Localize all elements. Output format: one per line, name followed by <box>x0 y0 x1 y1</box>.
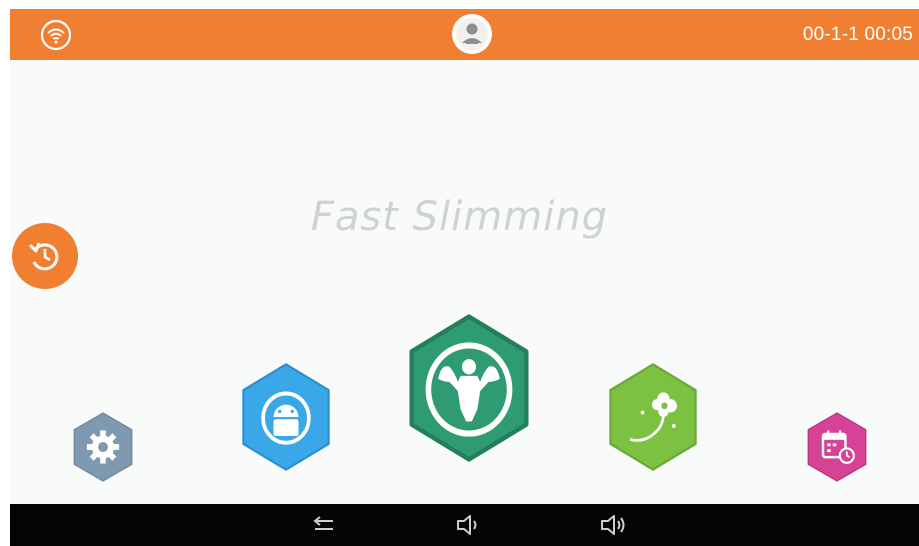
navigation-bar <box>10 504 919 546</box>
android-app-button[interactable] <box>234 361 338 473</box>
user-avatar-icon[interactable] <box>451 13 493 55</box>
back-icon[interactable] <box>309 512 339 538</box>
calendar-app-button[interactable] <box>802 411 872 483</box>
volume-down-icon[interactable] <box>453 512 483 538</box>
page-title: Fast Slimming <box>310 194 609 240</box>
fast-slimming-app-button[interactable] <box>399 312 539 464</box>
status-bar: 00-1-1 00:05 <box>10 9 919 60</box>
gear-icon <box>86 430 120 464</box>
clock: 00-1-1 00:05 <box>802 24 913 45</box>
volume-up-icon[interactable] <box>598 512 628 538</box>
settings-app-button[interactable] <box>68 411 138 483</box>
screen: 00-1-1 00:05 Fast Slimming <box>0 0 919 546</box>
flower-app-button[interactable] <box>601 361 705 473</box>
wifi-icon <box>40 19 72 51</box>
reset-button[interactable] <box>11 222 79 290</box>
